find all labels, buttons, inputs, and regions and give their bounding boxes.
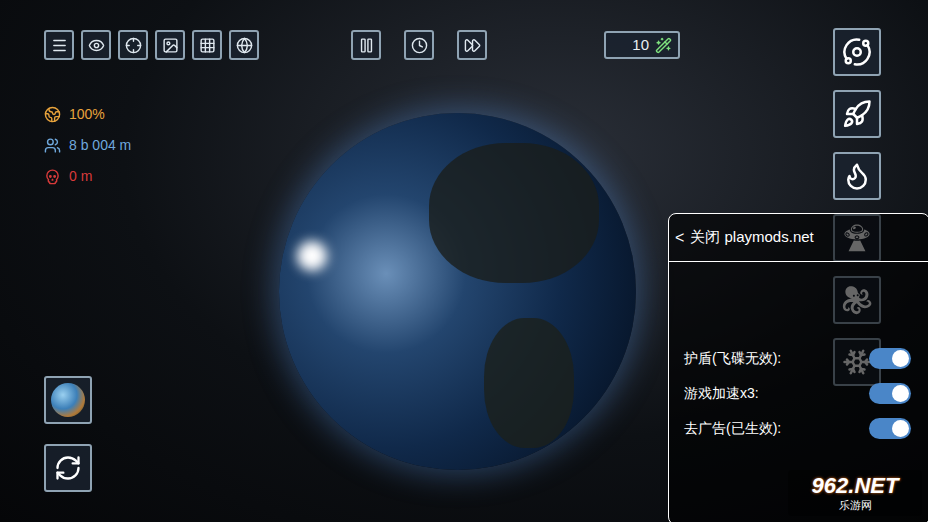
planet-health-icon [44,106,61,123]
eye-icon [88,37,105,54]
stat-value: 8 b 004 m [69,136,131,155]
toolbar-button[interactable] [44,30,74,60]
mod-option-row: 去广告(已生效): [684,417,911,440]
crosshair-icon [125,37,142,54]
toolbar-button[interactable] [457,30,487,60]
stat-row: 8 b 004 m [44,136,833,155]
watermark-logo: 962.NET [812,474,899,498]
planet[interactable] [279,113,636,470]
toolbar-button[interactable] [404,30,434,60]
option-label: 护盾(飞碟无效): [684,348,781,369]
explosion-icon [842,161,872,191]
mod-option-row: 护盾(飞碟无效): [684,347,911,370]
population-icon [44,137,61,154]
weapon-button[interactable] [833,28,881,76]
weapon-button[interactable] [833,90,881,138]
watermark-subtitle: 乐游网 [839,498,872,512]
option-label: 去广告(已生效): [684,418,781,439]
mod-option-row: 游戏加速x3: [684,382,911,405]
top-bar: 10 [44,30,833,60]
toggle-knob [892,420,909,437]
reset-button[interactable] [44,444,92,492]
toolbar-button[interactable] [351,30,381,60]
continent [484,318,574,448]
stat-value: 100% [69,105,105,124]
pause-icon [358,37,375,54]
toolbar-button[interactable] [229,30,259,60]
stat-value: 0 m [69,167,92,186]
stat-row: 0 m [44,167,833,186]
fast-forward-icon [464,37,481,54]
missile-icon [842,99,872,129]
time-controls [351,30,487,60]
toggle-switch[interactable] [869,348,911,369]
toggle-knob [892,350,909,367]
toolbar-button[interactable] [155,30,185,60]
view-tools [44,30,259,60]
close-button[interactable]: < [675,226,684,250]
mod-menu-title: 关闭 playmods.net [690,226,813,249]
stats: 100% 8 b 004 m 0 m [44,105,833,186]
sun-glare [297,241,327,271]
toggle-switch[interactable] [869,418,911,439]
globe-icon [236,37,253,54]
refresh-icon [54,454,82,482]
image-icon [162,37,179,54]
game-screen: 10 100% 8 b 004 m 0 m < 关闭 playmods.net 护盾(飞碟无… [0,0,928,522]
deaths-icon [44,168,61,185]
menu-icon [51,37,68,54]
black-hole-icon [842,37,872,67]
toolbar-button[interactable] [192,30,222,60]
mod-menu-header: < 关闭 playmods.net [669,214,928,262]
grid-icon [199,37,216,54]
planet-select-button[interactable] [44,376,92,424]
toolbar-button[interactable] [81,30,111,60]
option-label: 游戏加速x3: [684,383,759,404]
toggle-switch[interactable] [869,383,911,404]
mod-options: 护盾(飞碟无效): 游戏加速x3: 去广告(已生效): [669,262,928,440]
continent [429,143,599,283]
toolbar-button[interactable] [118,30,148,60]
watermark: 962.NET乐游网 [788,470,922,516]
planet-thumbnail-icon [51,383,85,417]
counter-value: 10 [632,34,649,57]
weapon-button[interactable] [833,152,881,200]
toggle-knob [892,385,909,402]
clock-icon [411,37,428,54]
wand-icon [655,37,672,54]
stat-row: 100% [44,105,833,124]
shot-counter: 10 [604,31,680,59]
